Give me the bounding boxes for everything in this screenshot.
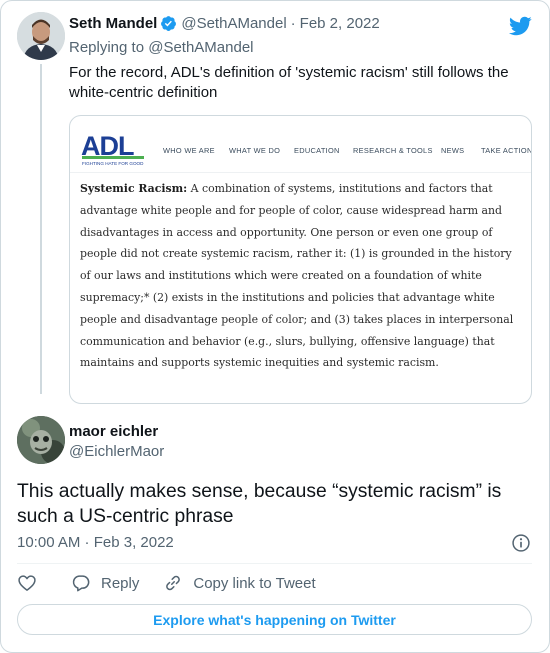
parent-tweet-text: For the record, ADL's definition of 'sys…: [69, 64, 509, 101]
parent-author-handle[interactable]: @SethAMandel: [181, 15, 286, 32]
definition-term: Systemic Racism:: [80, 182, 188, 195]
link-icon: [166, 575, 181, 591]
tweet-actions-bar: Reply Copy link to Tweet: [17, 573, 316, 593]
avatar-seth-mandel[interactable]: [17, 12, 65, 60]
adl-nav-what-we-do: WHAT WE DO: [229, 146, 281, 155]
heart-icon: [18, 575, 36, 591]
reply-tweet-timestamp[interactable]: 10:00 AM · Feb 3, 2022: [17, 534, 174, 551]
reply-button-label: Reply: [101, 574, 140, 592]
avatar-maor-eichler[interactable]: [17, 416, 65, 464]
reply-tweet-text: This actually makes sense, because “syst…: [17, 481, 502, 527]
replying-to-label: Replying to @SethAMandel: [69, 39, 254, 56]
adl-nav-who-we-are: WHO WE ARE: [163, 146, 215, 155]
adl-nav-education: EDUCATION: [294, 146, 340, 155]
twitter-bird-icon[interactable]: [508, 14, 532, 38]
adl-logo-wordmark: ADL: [81, 131, 134, 161]
copy-link-label: Copy link to Tweet: [193, 574, 316, 592]
like-button[interactable]: [17, 573, 37, 593]
verified-badge-icon: [161, 16, 177, 31]
definition-body: A combination of systems, institutions a…: [80, 182, 514, 370]
adl-nav-news: NEWS: [441, 146, 465, 155]
parent-tweet-header: Seth Mandel @SethAMandel · Feb 2, 2022: [69, 15, 380, 32]
separator-dot: ·: [290, 15, 296, 32]
copy-link-button[interactable]: Copy link to Tweet: [163, 573, 316, 593]
adl-nav-take-action: TAKE ACTION: [481, 146, 532, 155]
adl-header-divider: [70, 172, 531, 173]
reply-author-name[interactable]: maor eichler: [69, 423, 158, 440]
thread-connector-line: [40, 64, 42, 394]
parent-tweet-date[interactable]: Feb 2, 2022: [300, 15, 380, 32]
adl-site-header: ADL FIGHTING HATE FOR GOOD WHO WE ARE WH…: [70, 116, 531, 172]
adl-logo-tagline: FIGHTING HATE FOR GOOD: [82, 161, 144, 166]
parent-author-name[interactable]: Seth Mandel: [69, 15, 157, 32]
reply-button[interactable]: Reply: [71, 573, 139, 593]
adl-nav-menu: WHO WE ARE WHAT WE DO EDUCATION RESEARCH…: [163, 146, 531, 155]
explore-twitter-button[interactable]: Explore what's happening on Twitter: [17, 604, 532, 635]
adl-nav-research-tools: RESEARCH & TOOLS: [353, 146, 433, 155]
actions-divider: [17, 563, 532, 564]
reply-author-handle[interactable]: @EichlerMaor: [69, 443, 164, 460]
systemic-racism-definition: Systemic Racism: A combination of system…: [80, 178, 522, 374]
info-icon[interactable]: [511, 533, 531, 553]
adl-logo: ADL FIGHTING HATE FOR GOOD: [81, 131, 144, 166]
tweet-image-card[interactable]: ADL FIGHTING HATE FOR GOOD WHO WE ARE WH…: [69, 115, 532, 404]
reply-icon: [72, 575, 90, 592]
